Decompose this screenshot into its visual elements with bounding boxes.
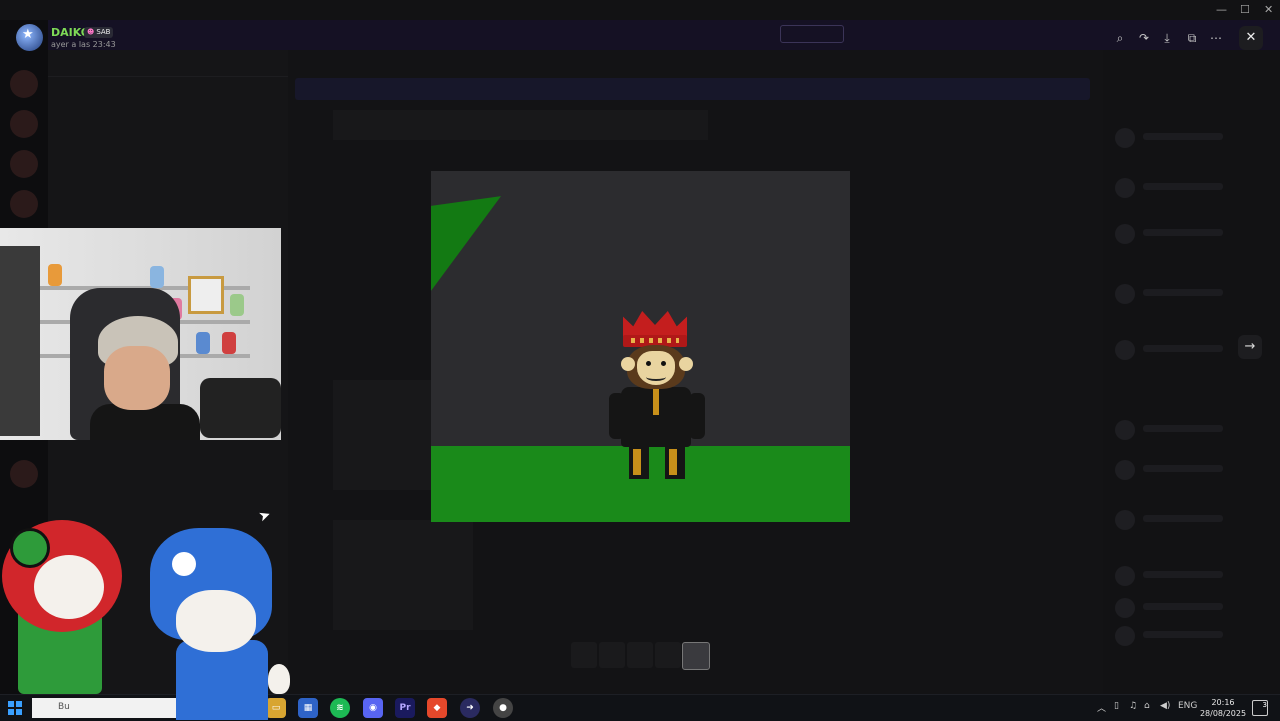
background-notice-button — [780, 25, 844, 43]
window-close-icon[interactable]: ✕ — [1264, 3, 1273, 16]
download-icon[interactable]: ⤓ — [1157, 28, 1177, 48]
network-icon[interactable]: ⌂ — [1144, 701, 1150, 711]
close-icon: ✕ — [1245, 30, 1257, 45]
search-text: Bu — [58, 702, 70, 712]
discord-icon[interactable]: ◉ — [363, 698, 383, 718]
arrow-right-icon: → — [1244, 339, 1256, 354]
viewer-toolbar: ⌕ ↷ ⤓ ⧉ ⋯ — [1108, 28, 1232, 48]
upload-time: ayer a las 23:43 — [51, 40, 116, 49]
volume-icon[interactable]: ◀) — [1160, 701, 1170, 711]
open-external-icon[interactable]: ⧉ — [1182, 28, 1202, 48]
language-indicator[interactable]: ENG — [1178, 701, 1197, 711]
film-thumb-active[interactable] — [682, 642, 710, 670]
green-wedge — [431, 196, 501, 291]
obs-icon[interactable]: ● — [493, 698, 513, 718]
notification-icon[interactable]: 3 — [1252, 700, 1268, 716]
film-thumb[interactable] — [599, 642, 625, 668]
film-thumb[interactable] — [627, 642, 653, 668]
chevron-up-icon[interactable]: ︿ — [1097, 701, 1106, 714]
windows-start-icon[interactable] — [8, 701, 22, 715]
store-icon[interactable]: ▦ — [298, 698, 318, 718]
app-arrow-icon[interactable]: ➜ — [460, 698, 480, 718]
filmstrip — [569, 642, 711, 670]
brave-icon[interactable]: ◆ — [427, 698, 447, 718]
minimize-icon[interactable]: — — [1216, 3, 1227, 16]
taskbar-clock[interactable]: 20:16 28/08/2025 — [1196, 697, 1250, 719]
uploader-tag: ☻ SAB — [84, 27, 114, 38]
viewer-image[interactable] — [431, 171, 850, 522]
monkey-avatar — [609, 307, 719, 482]
maximize-icon[interactable]: ☐ — [1240, 3, 1250, 16]
webcam-overlay — [0, 228, 281, 440]
background-banner — [295, 78, 1090, 100]
clock-date: 28/08/2025 — [1199, 709, 1247, 718]
spotify-icon[interactable]: ≋ — [330, 698, 350, 718]
mic-icon[interactable]: ♫ — [1129, 701, 1137, 711]
background-channel-header — [48, 50, 288, 77]
film-thumb[interactable] — [571, 642, 597, 668]
avatar[interactable] — [16, 24, 43, 51]
zoom-icon[interactable]: ⌕ — [1110, 28, 1130, 48]
next-image-button[interactable]: → — [1238, 335, 1262, 359]
background-notice-bar — [0, 20, 1280, 50]
notification-count: 3 — [1262, 701, 1267, 709]
more-icon[interactable]: ⋯ — [1206, 28, 1226, 48]
premiere-icon[interactable]: Pr — [395, 698, 415, 718]
clock-time: 20:16 — [1211, 698, 1235, 707]
close-viewer-button[interactable]: ✕ — [1239, 26, 1263, 50]
tray-app-icon[interactable]: ▯ — [1114, 701, 1119, 711]
film-thumb[interactable] — [655, 642, 681, 668]
tag-text: SAB — [96, 28, 111, 36]
forward-icon[interactable]: ↷ — [1134, 28, 1154, 48]
tag-icon: ☻ — [87, 28, 95, 36]
file-explorer-icon[interactable]: ▭ — [266, 698, 286, 718]
